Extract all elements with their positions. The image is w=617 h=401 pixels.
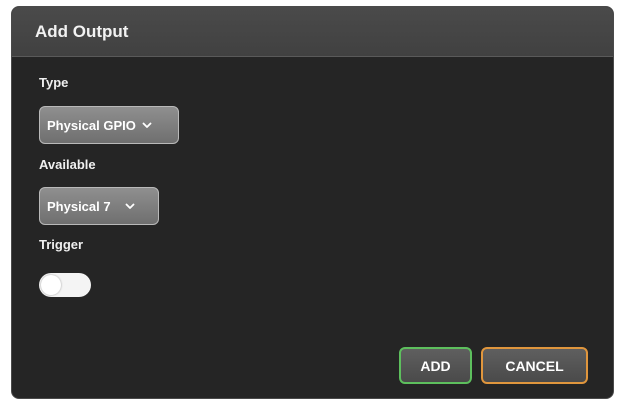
- dialog-title: Add Output: [35, 21, 129, 41]
- trigger-label: Trigger: [39, 237, 84, 252]
- type-select[interactable]: Physical GPIO: [39, 106, 179, 144]
- type-label: Type: [39, 75, 69, 90]
- type-select-value: Physical GPIO: [47, 117, 136, 133]
- available-label: Available: [39, 157, 96, 172]
- toggle-knob: [41, 275, 61, 295]
- available-select[interactable]: Physical 7: [39, 187, 159, 225]
- cancel-button[interactable]: CANCEL: [481, 347, 588, 384]
- add-button[interactable]: ADD: [399, 347, 472, 384]
- trigger-toggle[interactable]: [39, 273, 91, 297]
- dialog-titlebar: Add Output: [12, 7, 613, 57]
- add-output-dialog: Add Output Type Physical GPIO Available …: [11, 6, 614, 399]
- chevron-down-icon: [125, 203, 135, 209]
- available-select-value: Physical 7: [47, 198, 111, 214]
- chevron-down-icon: [142, 122, 152, 128]
